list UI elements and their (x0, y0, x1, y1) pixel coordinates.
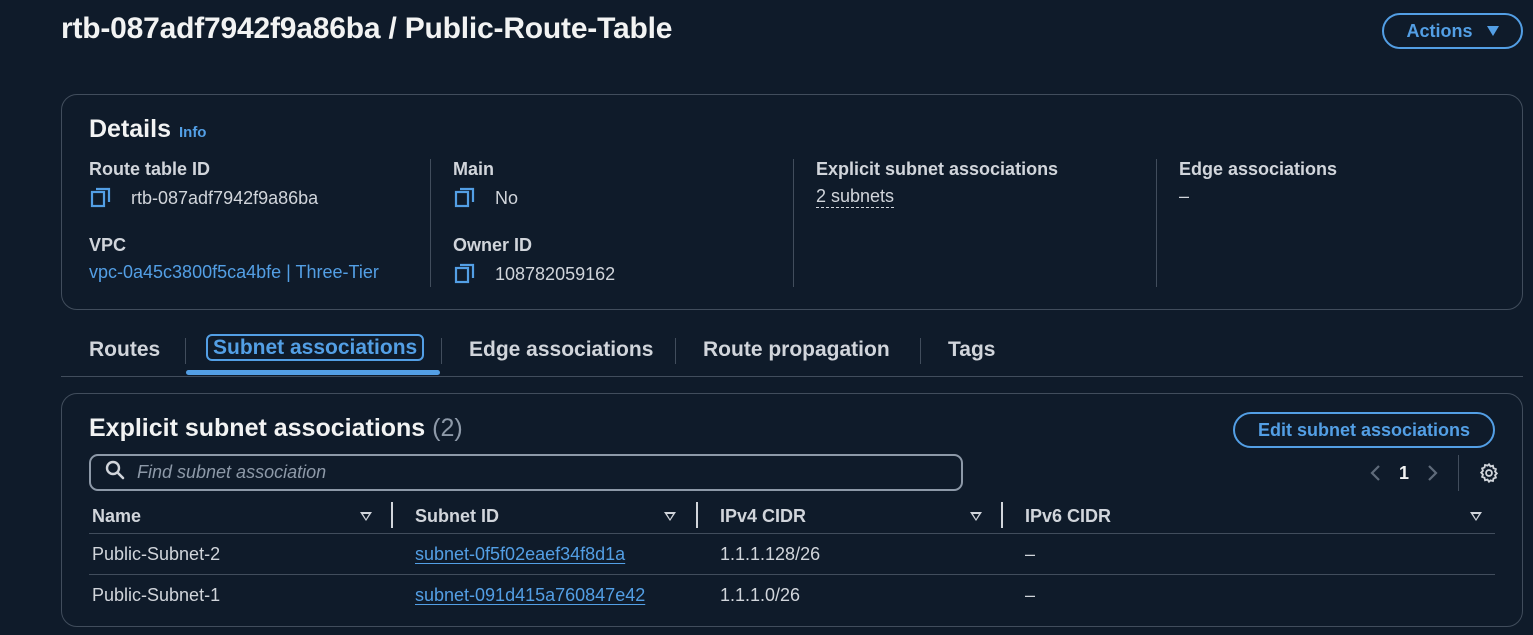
owner-id-field: Owner ID 108782059162 (453, 235, 615, 286)
details-panel: Details Info Route table ID rtb-087adf794… (61, 94, 1523, 310)
tab-divider (185, 338, 186, 364)
cell-ipv4-cidr: 1.1.1.128/26 (720, 544, 821, 564)
column-header-ipv4-cidr[interactable]: IPv4 CIDR (720, 506, 806, 527)
route-table-id-label: Route table ID (89, 159, 211, 179)
details-heading: Details (89, 115, 171, 143)
copy-icon[interactable] (453, 262, 477, 286)
subnet-table: Name Subnet ID IPv4 CIDR IPv6 CIDR Publi… (89, 498, 1495, 616)
actions-button[interactable]: Actions (1382, 13, 1523, 49)
pager-divider (1458, 455, 1459, 491)
subnet-associations-panel: Explicit subnet associations (2) Edit su… (61, 393, 1523, 627)
explicit-subnets-link[interactable]: 2 subnets (816, 186, 895, 208)
tab-subnet-associations[interactable]: Subnet associations (206, 334, 425, 361)
owner-id-text: 108782059162 (495, 263, 616, 284)
edge-field: Edge associations – (1179, 159, 1337, 207)
pagination: 1 (1358, 455, 1507, 491)
page-number[interactable]: 1 (1394, 463, 1414, 484)
edit-subnet-associations-button[interactable]: Edit subnet associations (1233, 412, 1495, 448)
tab-label: Tags (948, 338, 996, 361)
column-resizer[interactable] (1001, 502, 1003, 528)
tab-route-propagation[interactable]: Route propagation (703, 338, 890, 362)
cell-name: Public-Subnet-1 (92, 585, 221, 605)
cell-ipv6-cidr: – (1025, 585, 1036, 605)
settings-gear-icon[interactable] (1471, 456, 1507, 490)
chevron-right-icon[interactable] (1414, 456, 1450, 490)
info-link[interactable]: Info (179, 124, 207, 141)
table-row: Public-Subnet-2 subnet-0f5f02eaef34f8d1a… (89, 534, 1495, 575)
main-label: Main (453, 159, 495, 179)
search-box (89, 454, 963, 491)
route-table-id-field: Route table ID rtb-087adf7942f9a86ba (89, 159, 318, 210)
main-value: No (453, 186, 518, 210)
details-column-3: Explicit subnet associations 2 subnets (793, 159, 1156, 287)
column-header-ipv6-cidr[interactable]: IPv6 CIDR (1025, 506, 1111, 527)
tab-divider (920, 338, 921, 364)
details-title: Details Info (89, 115, 206, 144)
details-column-2: Main No Owner ID 108782059162 (430, 159, 793, 287)
sort-caret-icon[interactable] (1470, 512, 1482, 521)
owner-id-value: 108782059162 (453, 262, 615, 286)
tab-divider (675, 338, 676, 364)
cell-ipv4-cidr: 1.1.1.0/26 (720, 585, 801, 605)
tab-divider (441, 338, 442, 364)
sort-caret-icon[interactable] (970, 512, 982, 521)
copy-icon[interactable] (89, 186, 113, 210)
column-resizer[interactable] (391, 502, 393, 528)
assoc-heading: Explicit subnet associations (89, 414, 426, 442)
explicit-label: Explicit subnet associations (816, 159, 1059, 179)
assoc-count: (2) (432, 414, 463, 442)
vpc-field: VPC vpc-0a45c3800f5ca4bfe | Three-Tier (89, 235, 379, 283)
tab-bar: Routes Subnet associations Edge associat… (61, 330, 1523, 377)
cell-ipv6-cidr: – (1025, 544, 1036, 564)
tab-label: Subnet associations (206, 334, 425, 361)
cell-subnet-id-link[interactable]: subnet-0f5f02eaef34f8d1a (415, 544, 625, 565)
tab-label: Routes (89, 338, 161, 361)
page-header: rtb-087adf7942f9a86ba / Public-Route-Tab… (61, 12, 1523, 52)
column-resizer[interactable] (696, 502, 698, 528)
vpc-link[interactable]: vpc-0a45c3800f5ca4bfe | Three-Tier (89, 262, 379, 283)
vpc-label: VPC (89, 235, 127, 255)
column-header-subnet-id[interactable]: Subnet ID (415, 506, 499, 527)
actions-label: Actions (1406, 20, 1473, 41)
sort-caret-icon[interactable] (664, 512, 676, 521)
owner-id-label: Owner ID (453, 235, 533, 255)
tab-label: Route propagation (703, 338, 890, 361)
copy-icon[interactable] (453, 186, 477, 210)
tab-edge-associations[interactable]: Edge associations (469, 338, 653, 362)
tab-tags[interactable]: Tags (948, 338, 995, 362)
main-field: Main No (453, 159, 518, 210)
details-column-4: Edge associations – (1156, 159, 1496, 287)
edge-value: – (1179, 186, 1190, 206)
search-icon (105, 460, 125, 485)
active-tab-indicator (186, 370, 440, 375)
table-header: Name Subnet ID IPv4 CIDR IPv6 CIDR (89, 498, 1495, 534)
table-row: Public-Subnet-1 subnet-091d415a760847e42… (89, 575, 1495, 616)
caret-down-icon (1486, 26, 1499, 36)
details-column-1: Route table ID rtb-087adf7942f9a86ba VPC… (89, 159, 429, 287)
cell-subnet-id-link[interactable]: subnet-091d415a760847e42 (415, 585, 645, 606)
column-header-name[interactable]: Name (92, 506, 141, 527)
main-text: No (495, 187, 519, 208)
vpc-value: vpc-0a45c3800f5ca4bfe | Three-Tier (89, 262, 379, 283)
tab-routes[interactable]: Routes (89, 338, 160, 362)
explicit-field: Explicit subnet associations 2 subnets (816, 159, 1058, 208)
assoc-title: Explicit subnet associations (2) (89, 414, 463, 443)
chevron-left-icon[interactable] (1358, 456, 1394, 490)
route-table-id-value: rtb-087adf7942f9a86ba (89, 186, 318, 210)
sort-caret-icon[interactable] (360, 512, 372, 521)
cell-name: Public-Subnet-2 (92, 544, 221, 564)
search-input[interactable] (137, 462, 937, 483)
tab-label: Edge associations (469, 338, 654, 361)
explicit-value: 2 subnets (816, 186, 1058, 208)
edge-label: Edge associations (1179, 159, 1338, 179)
page-title: rtb-087adf7942f9a86ba / Public-Route-Tab… (61, 12, 673, 45)
route-table-id-text: rtb-087adf7942f9a86ba (131, 187, 319, 208)
